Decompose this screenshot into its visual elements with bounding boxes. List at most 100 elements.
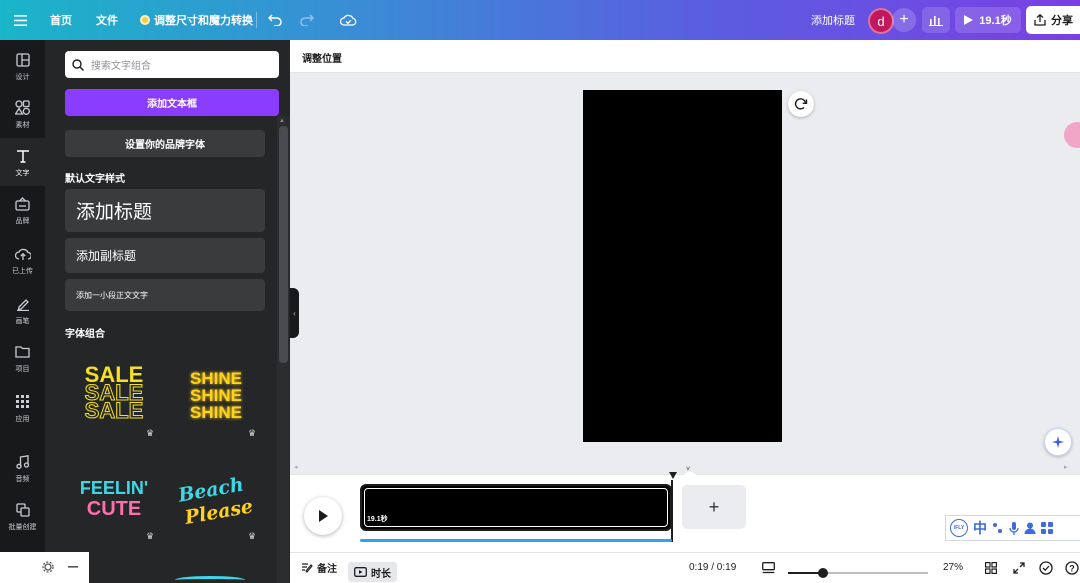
add-heading-button[interactable]: 添加标题 [65, 189, 265, 232]
avatar[interactable]: d [868, 8, 894, 34]
timeline-clip[interactable]: 19.1秒 [360, 484, 672, 531]
resize-label: 调整尺寸和魔力转换 [154, 15, 253, 27]
add-subheading-button[interactable]: 添加副标题 [65, 238, 265, 273]
resize-magic-switch-button[interactable]: 调整尺寸和魔力转换 [140, 0, 253, 40]
magic-sparkle-icon[interactable] [1044, 428, 1072, 456]
ime-grid-icon[interactable] [1041, 522, 1053, 534]
redo-icon[interactable] [300, 0, 314, 40]
zoom-slider-handle[interactable] [818, 568, 828, 578]
text-icon [14, 147, 32, 165]
add-textbox-button[interactable]: 添加文本框 [65, 89, 279, 116]
ime-toolbar: iFLY 中 [945, 515, 1080, 541]
rail-item-design[interactable]: 设计 [0, 42, 45, 90]
default-styles-heading: 默认文字样式 [65, 174, 125, 185]
duration-label: 时长 [371, 568, 391, 580]
zoom-level[interactable]: 27% [943, 552, 963, 583]
premium-crown-icon: ♛ [248, 428, 257, 438]
rail-item-apps[interactable]: 应用 [0, 384, 45, 432]
rail-item-text[interactable]: 文字 [0, 138, 45, 186]
rail-label: 应用 [15, 415, 30, 423]
scroll-left-icon[interactable]: ◂ [294, 463, 298, 471]
share-label: 分享 [1051, 15, 1073, 27]
user-icon[interactable] [1024, 522, 1036, 534]
home-menu[interactable]: 首页 [50, 0, 72, 40]
add-body-text-button[interactable]: 添加一小段正文文字 [65, 279, 265, 311]
svg-text:?: ? [1069, 563, 1075, 573]
left-mini-bar [0, 552, 89, 583]
ime-punctuation-icon[interactable] [992, 522, 1004, 534]
feelin-text: FEELIN' [80, 478, 148, 498]
folder-icon [14, 343, 32, 361]
hamburger-menu-icon[interactable] [14, 0, 27, 40]
premium-crown-icon: ♛ [146, 428, 155, 438]
ime-logo-icon[interactable]: iFLY [950, 519, 968, 537]
draw-icon [14, 295, 32, 313]
scroll-up-icon[interactable]: ▲ [279, 118, 285, 124]
collapse-timeline-chevron-icon[interactable]: ˅ [686, 466, 690, 473]
playback-progress [360, 539, 672, 542]
elements-icon [14, 99, 32, 117]
rail-label: 设计 [15, 73, 30, 81]
microphone-icon[interactable] [1009, 521, 1019, 535]
notes-button[interactable]: 备注 [301, 552, 337, 583]
rail-item-projects[interactable]: 项目 [0, 334, 45, 382]
play-icon [319, 510, 328, 522]
collapse-panel-chevron-icon[interactable]: ‹ [290, 288, 299, 338]
combo-beach-please[interactable]: Beach Please [168, 470, 263, 560]
rail-item-audio[interactable]: 音频 [0, 444, 45, 492]
combo-beach-art: Beach Please [176, 474, 255, 530]
design-canvas[interactable] [583, 90, 782, 442]
brand-fonts-button[interactable]: 设置你的品牌字体 [65, 130, 265, 157]
undo-icon[interactable] [268, 0, 282, 40]
assistant-bubble-icon[interactable] [1064, 122, 1080, 148]
rail-item-brand[interactable]: 品牌 [0, 186, 45, 234]
apps-icon [14, 393, 32, 411]
play-icon [964, 15, 974, 25]
side-rail: 设计 素材 文字 品牌 已上传 画笔 项目 应用 音频 批量创建 [0, 40, 45, 552]
music-icon [14, 453, 32, 471]
fullscreen-icon[interactable] [1013, 552, 1025, 583]
scroll-right-icon[interactable]: ▸ [1064, 463, 1068, 471]
rail-label: 文字 [15, 169, 30, 177]
cloud-save-icon[interactable] [340, 0, 357, 40]
share-button[interactable]: 分享 [1026, 6, 1080, 34]
cute-text: CUTE [87, 498, 141, 520]
page-view-icon[interactable] [762, 552, 775, 583]
rail-item-elements[interactable]: 素材 [0, 90, 45, 138]
notes-label: 备注 [317, 564, 337, 575]
check-status-icon[interactable] [1039, 552, 1053, 583]
play-button[interactable] [304, 497, 342, 535]
invite-plus-icon[interactable]: + [892, 8, 916, 32]
help-icon[interactable]: ? [1065, 552, 1079, 583]
grid-view-icon[interactable] [985, 552, 997, 583]
combo-feelin-cute[interactable]: FEELIN' CUTE [67, 470, 162, 560]
rail-item-uploads[interactable]: 已上传 [0, 236, 45, 284]
present-play-button[interactable]: 19.1秒 [955, 7, 1021, 33]
search-box[interactable]: 搜索文字组合 [65, 51, 279, 78]
add-title-button[interactable]: 添加标题 [811, 0, 855, 40]
play-duration-label: 19.1秒 [979, 15, 1012, 27]
clip-thumbnail: 19.1秒 [364, 488, 668, 527]
layout-icon [14, 51, 32, 69]
rail-item-draw[interactable]: 画笔 [0, 286, 45, 334]
video-duration-icon [354, 567, 367, 577]
brand-icon [14, 195, 32, 213]
ime-language-toggle[interactable]: 中 [973, 518, 987, 538]
add-page-button[interactable]: + [682, 485, 746, 529]
divider [256, 12, 257, 28]
minimize-icon[interactable] [68, 566, 78, 568]
insights-chart-icon[interactable] [922, 7, 950, 33]
settings-gear-icon[interactable] [42, 561, 54, 573]
panel-scrollbar-thumb[interactable] [279, 126, 288, 363]
regenerate-icon[interactable] [788, 91, 814, 117]
file-menu[interactable]: 文件 [96, 0, 118, 40]
duration-button[interactable]: 时长 [348, 562, 397, 582]
position-button[interactable]: 调整位置 [302, 50, 342, 65]
premium-crown-icon [140, 15, 150, 25]
rail-label: 素材 [15, 121, 30, 129]
sale-text-3: SALE [85, 398, 144, 423]
rail-item-bulk-create[interactable]: 批量创建 [0, 492, 45, 540]
canvas-toolbar: 调整位置 [290, 40, 1080, 73]
search-input[interactable]: 搜索文字组合 [91, 57, 151, 72]
share-icon [1034, 14, 1046, 26]
